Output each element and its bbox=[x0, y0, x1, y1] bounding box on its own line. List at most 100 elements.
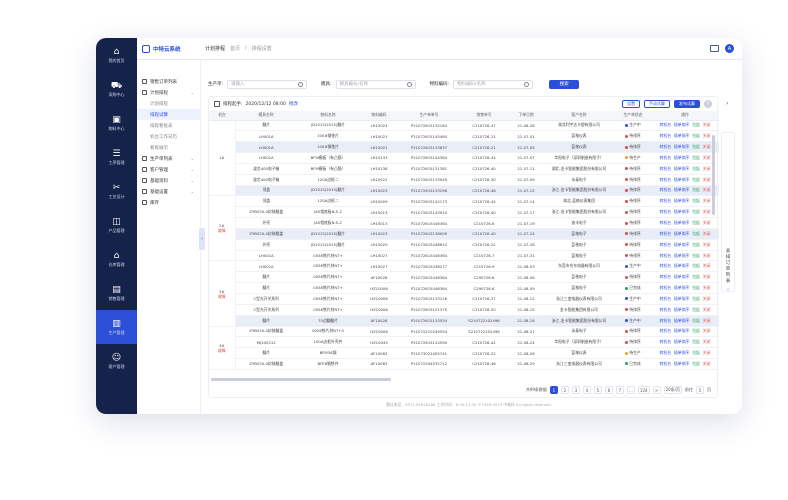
row-action-2[interactable]: 拉起 bbox=[692, 350, 700, 356]
row-action-3[interactable]: 关闭 bbox=[703, 296, 711, 302]
page-size-select[interactable]: 20条/页 bbox=[663, 386, 682, 394]
row-action-2[interactable]: 拉起 bbox=[692, 133, 700, 139]
table-row[interactable]: C型光开关系列 0058铁片材NT+ HZ10006 P210726151213… bbox=[209, 304, 719, 316]
table-row[interactable]: 外壳 JA5相底板N.S-2 LH10013 P21072615446364 C… bbox=[209, 217, 719, 229]
row-action-3[interactable]: 关闭 bbox=[703, 339, 711, 345]
row-action-1[interactable]: 插单排序 bbox=[674, 231, 689, 237]
row-action-1[interactable]: 插单排序 bbox=[674, 350, 689, 356]
material-input[interactable]: 物料编码/名称 bbox=[453, 79, 534, 89]
row-action-0[interactable]: 转机台 bbox=[660, 231, 671, 237]
table-row[interactable]: ZYB020-0封装翻盖 JA5相底板N.S-2 LH10013 P210726… bbox=[209, 206, 719, 219]
row-action-0[interactable]: 转机台 bbox=[660, 318, 671, 324]
mail-icon[interactable] bbox=[710, 45, 719, 52]
sidebar-item-2[interactable]: 生产单列表 ⌄ bbox=[137, 153, 200, 164]
row-action-3[interactable]: 关闭 bbox=[703, 177, 711, 183]
row-action-0[interactable]: 转机台 bbox=[660, 133, 671, 139]
row-action-0[interactable]: 转机台 bbox=[660, 122, 671, 128]
row-action-3[interactable]: 关闭 bbox=[703, 166, 711, 172]
page-button[interactable]: 7 bbox=[615, 386, 624, 394]
rail-item-4[interactable]: ✂ 工艺设计 bbox=[96, 174, 137, 208]
row-action-0[interactable]: 转机台 bbox=[660, 328, 671, 334]
row-action-3[interactable]: 关闭 bbox=[703, 209, 711, 215]
row-action-2[interactable]: 拉起 bbox=[692, 361, 700, 367]
row-action-3[interactable]: 关闭 bbox=[703, 144, 711, 150]
table-row[interactable]: C型光开关系列 0058铁片材NT+ HZ10006 P210726151331… bbox=[209, 293, 719, 305]
breadcrumb-home[interactable]: 首页 bbox=[230, 45, 240, 52]
row-action-3[interactable]: 关闭 bbox=[703, 155, 711, 161]
sidebar-sub-1[interactable]: 排程试算 bbox=[137, 109, 200, 120]
row-action-2[interactable]: 拉起 bbox=[692, 166, 700, 172]
row-action-0[interactable]: 转机台 bbox=[660, 263, 671, 269]
table-row[interactable]: 波芯400电子箱 BFM模板（有凸筋） LH10138 P21072615131… bbox=[209, 163, 719, 175]
row-action-1[interactable]: 插单排序 bbox=[674, 328, 689, 334]
page-button[interactable]: 5 bbox=[593, 386, 602, 394]
manual-trial-button[interactable]: 手动试算 bbox=[644, 100, 670, 108]
publish-trial-button[interactable]: 发布试算 bbox=[674, 100, 700, 108]
row-action-2[interactable]: 拉起 bbox=[692, 242, 700, 248]
row-action-2[interactable]: 拉起 bbox=[692, 274, 700, 280]
collapse-sidebar-button[interactable]: ‹ bbox=[199, 228, 205, 250]
row-action-2[interactable]: 拉起 bbox=[692, 122, 700, 128]
sidebar-item-6[interactable]: 库存 bbox=[137, 197, 200, 208]
row-action-2[interactable]: 拉起 bbox=[692, 209, 700, 215]
sidebar-item-5[interactable]: 基础设置 ⌄ bbox=[137, 186, 200, 197]
modify-link[interactable]: 修改 bbox=[289, 101, 298, 107]
table-row[interactable]: LH001A 100#钢垫片 LH10021 P21072615133637 C… bbox=[209, 141, 719, 154]
table-row[interactable]: 顶盖 JD1015(2015)翻片 LH10023 P2107261513329… bbox=[209, 185, 719, 197]
row-action-3[interactable]: 关闭 bbox=[703, 328, 711, 334]
row-action-2[interactable]: 拉起 bbox=[692, 296, 700, 302]
table-row[interactable]: ZYB020-0封装翻盖 JD1015(2015)翻片 LH10023 P210… bbox=[209, 228, 719, 240]
rail-item-9[interactable]: ☺ 客户管理 bbox=[96, 344, 137, 378]
row-action-2[interactable]: 拉起 bbox=[692, 285, 700, 291]
row-action-3[interactable]: 关闭 bbox=[703, 198, 711, 204]
settings-button[interactable]: 设置 bbox=[622, 100, 640, 108]
row-action-0[interactable]: 转机台 bbox=[660, 187, 671, 193]
row-action-0[interactable]: 转机台 bbox=[660, 155, 671, 161]
table-row[interactable]: ZYB020-0封装翻盖 BFE8钢铁件 AF10063 P2107229453… bbox=[209, 358, 719, 370]
page-button[interactable]: 1 bbox=[549, 386, 558, 394]
sidebar-item-3[interactable]: 客户管理 ⌄ bbox=[137, 164, 200, 175]
row-action-3[interactable]: 关闭 bbox=[703, 350, 711, 356]
row-action-0[interactable]: 转机台 bbox=[660, 253, 671, 259]
horizontal-scrollbar[interactable] bbox=[211, 378, 391, 381]
row-action-2[interactable]: 拉起 bbox=[692, 328, 700, 334]
row-action-2[interactable]: 拉起 bbox=[692, 263, 700, 269]
table-row[interactable]: 3# 故障 LH001A 0058铁片材NT+ LH10027 P210726154… bbox=[209, 260, 719, 327]
table-row[interactable]: 翻片 0058铁片材NT+ AF10028 P21072615446364 C2… bbox=[209, 271, 719, 284]
sidebar-item-0[interactable]: 销售订单列表 bbox=[137, 76, 200, 87]
row-action-2[interactable]: 拉起 bbox=[692, 177, 700, 183]
sidebar-sub-0[interactable]: 计划排程 bbox=[137, 98, 200, 109]
table-row[interactable]: MJ200212 100A边框外壳件 HZ10045 P210726151245… bbox=[209, 336, 719, 349]
row-action-1[interactable]: 插单排序 bbox=[674, 144, 689, 150]
row-action-1[interactable]: 插单排序 bbox=[674, 242, 689, 248]
row-action-3[interactable]: 关闭 bbox=[703, 307, 711, 313]
table-row[interactable]: 外壳 JD1015(2015)翻片 LH10020 P2107261544861… bbox=[209, 239, 719, 251]
row-action-1[interactable]: 插单排序 bbox=[674, 296, 689, 302]
row-action-1[interactable]: 插单排序 bbox=[674, 155, 689, 161]
row-action-0[interactable]: 转机台 bbox=[660, 166, 671, 172]
table-row[interactable]: 翻片 BFM3A钢 AF10063 P21073021405741 C21072… bbox=[209, 347, 719, 360]
row-action-0[interactable]: 转机台 bbox=[660, 177, 671, 183]
sidebar-sub-4[interactable]: 看板展示 bbox=[137, 142, 200, 153]
row-action-2[interactable]: 拉起 bbox=[692, 198, 700, 204]
row-action-0[interactable]: 转机台 bbox=[660, 296, 671, 302]
rail-item-2[interactable]: ▣ 物料中心 bbox=[96, 106, 137, 140]
row-action-0[interactable]: 转机台 bbox=[660, 144, 671, 150]
row-action-0[interactable]: 转机台 bbox=[660, 242, 671, 248]
row-action-1[interactable]: 插单排序 bbox=[674, 166, 689, 172]
avatar[interactable]: A bbox=[725, 44, 734, 53]
row-action-2[interactable]: 拉起 bbox=[692, 155, 700, 161]
table-row[interactable]: LH001A BFM模板（有凸筋） LH10133 P2107261514436… bbox=[209, 152, 719, 164]
order-input[interactable]: 请输入 bbox=[227, 79, 308, 89]
row-action-3[interactable]: 关闭 bbox=[703, 231, 711, 237]
sidebar-sub-3[interactable]: 机台工作日历 bbox=[137, 131, 200, 142]
row-action-1[interactable]: 插单排序 bbox=[674, 220, 689, 226]
row-action-1[interactable]: 插单排序 bbox=[674, 318, 689, 324]
page-button[interactable]: 4 bbox=[582, 386, 591, 394]
table-row[interactable]: LH001A 100#钢垫片 LH10021 P21072615145480 C… bbox=[209, 130, 719, 143]
row-action-2[interactable]: 拉起 bbox=[692, 307, 700, 313]
row-action-1[interactable]: 插单排序 bbox=[674, 209, 689, 215]
rail-item-5[interactable]: ◫ 产品管理 bbox=[96, 208, 137, 242]
mold-input[interactable]: 模具编号/名称 bbox=[335, 79, 416, 89]
row-action-2[interactable]: 拉起 bbox=[692, 220, 700, 226]
